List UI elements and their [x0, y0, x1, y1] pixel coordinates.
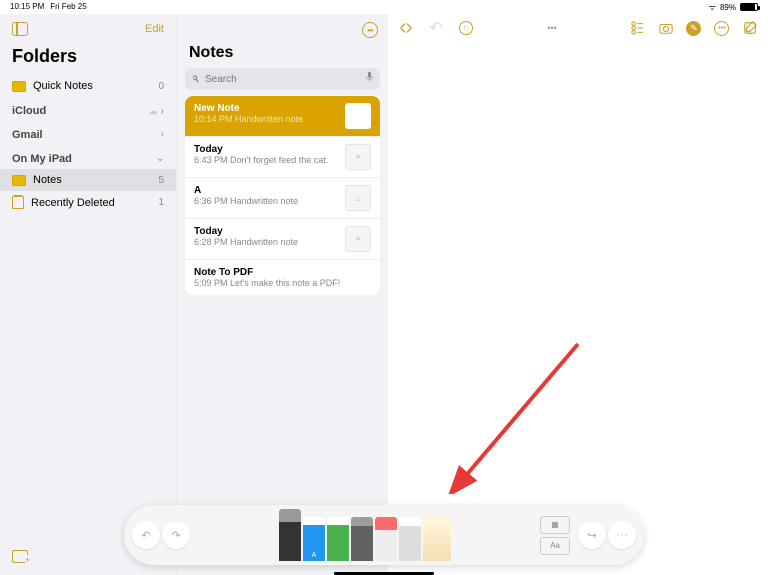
battery-pct: 89% [720, 3, 736, 12]
note-item[interactable]: Today 6:43 PM Don't forget feed the cat.… [185, 137, 380, 178]
folder-label: Recently Deleted [31, 197, 115, 209]
edit-button[interactable]: Edit [145, 23, 164, 35]
account-label: iCloud [12, 105, 46, 117]
grid-button[interactable]: ▦ [540, 516, 570, 534]
note-title: New Note [194, 103, 338, 114]
annotation-arrow [448, 334, 588, 499]
more-dots-icon[interactable]: ••• [547, 23, 556, 33]
note-title: Note To PDF [194, 267, 371, 278]
cloud-icon: ☁︎ [149, 106, 158, 116]
note-editor[interactable]: ↶ ↻ ••• ✎ ••• [388, 14, 768, 575]
status-date: Fri Feb 25 [50, 2, 86, 12]
folders-sidebar: Edit Folders Quick Notes 0 iCloud ☁︎ › G… [0, 14, 176, 575]
list-options-button[interactable]: ••• [362, 22, 378, 38]
note-item[interactable]: Today 6:28 PM Handwritten note ≡ [185, 219, 380, 260]
pencil-tool[interactable] [351, 517, 373, 561]
trash-icon [12, 196, 24, 209]
notes-title: Notes [177, 44, 388, 68]
pen-tool[interactable] [279, 509, 301, 561]
mic-icon[interactable] [365, 70, 374, 88]
note-subtitle: 6:28 PM Handwritten note [194, 237, 338, 247]
text-button[interactable]: Aa [540, 537, 570, 555]
markup-icon[interactable]: ✎ [686, 20, 702, 36]
undo-icon[interactable]: ↶ [428, 20, 444, 36]
status-time: 10:15 PM [10, 2, 44, 12]
camera-icon[interactable] [658, 20, 674, 36]
note-thumb: ≡ [345, 144, 371, 170]
note-item[interactable]: A 6:36 PM Handwritten note △ [185, 178, 380, 219]
quick-notes-row[interactable]: Quick Notes 0 [0, 75, 176, 97]
account-icloud[interactable]: iCloud ☁︎ › [0, 97, 176, 121]
folder-icon [12, 81, 26, 92]
send-button[interactable]: ↪ [578, 521, 606, 549]
folder-notes[interactable]: Notes 5 [0, 169, 176, 191]
folder-count: 0 [158, 81, 164, 92]
eraser-tool[interactable] [375, 517, 397, 561]
editor-toolbar: ↶ ↻ ••• ✎ ••• [388, 14, 768, 42]
note-subtitle: 10:14 PM Handwritten note [194, 114, 338, 124]
redo-button[interactable]: ↷ [162, 521, 190, 549]
note-item[interactable]: Note To PDF 5:09 PM Let's make this note… [185, 260, 380, 295]
folders-title: Folders [0, 44, 176, 75]
undo-button[interactable]: ↶ [132, 521, 160, 549]
search-icon [191, 74, 201, 84]
folder-recently-deleted[interactable]: Recently Deleted 1 [0, 191, 176, 214]
folder-count: 5 [158, 175, 164, 186]
chevron-right-icon: › [161, 106, 164, 117]
search-field[interactable] [185, 68, 380, 90]
note-thumb: △ [345, 185, 371, 211]
note-thumb: ≡ [345, 226, 371, 252]
sidebar-toggle-icon[interactable] [12, 22, 28, 36]
note-thumb [345, 103, 371, 129]
note-subtitle: 6:36 PM Handwritten note [194, 196, 338, 206]
lasso-tool[interactable] [399, 517, 421, 561]
search-input[interactable] [205, 74, 361, 85]
notes-list: New Note 10:14 PM Handwritten note Today… [185, 96, 380, 295]
account-gmail[interactable]: Gmail › [0, 121, 176, 145]
more-button[interactable]: ··· [608, 521, 636, 549]
wifi-icon: ᯤ [709, 2, 716, 13]
folder-label: Quick Notes [33, 80, 93, 92]
chevron-right-icon: › [161, 129, 164, 141]
marker-green-tool[interactable] [327, 517, 349, 561]
note-subtitle: 5:09 PM Let's make this note a PDF! [194, 278, 371, 288]
folder-count: 1 [158, 197, 164, 208]
expand-icon[interactable] [398, 20, 414, 36]
note-title: Today [194, 226, 338, 237]
account-label: On My iPad [12, 153, 72, 165]
chevron-down-icon: ⌄ [156, 153, 164, 165]
compose-icon[interactable] [742, 20, 758, 36]
new-folder-button[interactable] [12, 550, 28, 563]
status-bar: 10:15 PM Fri Feb 25 ᯤ 89% [0, 0, 768, 14]
folder-label: Notes [33, 174, 62, 186]
note-title: Today [194, 144, 338, 155]
account-ipad[interactable]: On My iPad ⌄ [0, 145, 176, 169]
marker-blue-tool[interactable]: A [303, 517, 325, 561]
ruler-tool[interactable] [423, 517, 451, 561]
notes-list-column: ••• Notes New Note 10:14 PM Handwritten … [176, 14, 388, 575]
battery-icon [740, 3, 758, 11]
note-subtitle: 6:43 PM Don't forget feed the cat. [194, 155, 338, 165]
note-item[interactable]: New Note 10:14 PM Handwritten note [185, 96, 380, 137]
drawing-tools: A [200, 509, 530, 561]
note-title: A [194, 185, 338, 196]
drawing-toolbar: ↶ ↷ A ▦ Aa ↪ ··· [124, 505, 644, 565]
checklist-icon[interactable] [630, 20, 646, 36]
account-label: Gmail [12, 129, 43, 141]
redo-icon[interactable]: ↻ [458, 20, 474, 36]
more-circle-icon[interactable]: ••• [714, 20, 730, 36]
folder-icon [12, 175, 26, 186]
